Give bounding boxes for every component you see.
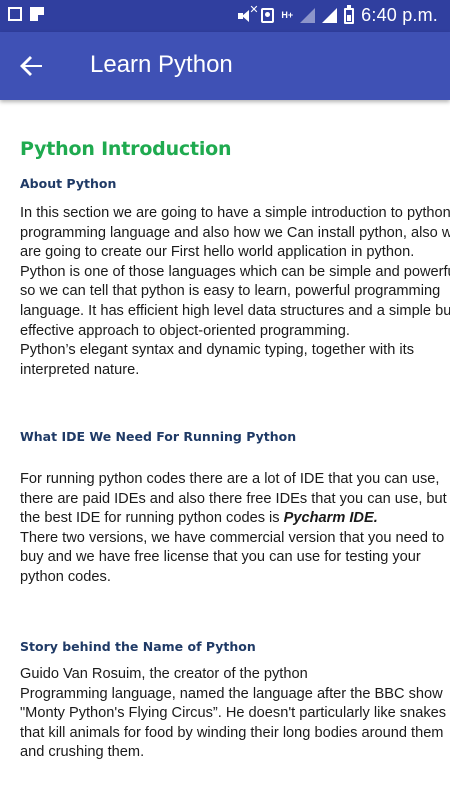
text-line: interpreted nature.	[20, 361, 140, 378]
text-line: that kill animals for food by winding th…	[20, 724, 444, 741]
text-line: Python’s elegant syntax and dynamic typi…	[20, 342, 414, 359]
text-line: In this section we are going to have a s…	[20, 205, 450, 221]
signal-icon-2	[322, 8, 338, 23]
paragraph-story: Guido Van Rosuim, the creator of the pyt…	[20, 665, 450, 763]
subheading-about: About Python	[20, 176, 117, 191]
app-bar: Learn Python	[0, 32, 450, 100]
text-fragment: the best IDE for running python codes is	[20, 510, 280, 527]
square-icon	[8, 7, 22, 21]
app-title: Learn Python	[90, 51, 233, 78]
back-button[interactable]	[14, 48, 50, 84]
signal-icon	[300, 8, 316, 23]
text-line: so we can tell that python is easy to le…	[20, 283, 441, 300]
text-line: Programming language, named the language…	[20, 685, 443, 702]
battery-icon	[344, 4, 355, 24]
text-line: there are paid IDEs and also there free …	[20, 490, 447, 507]
text-line: buy and we have free license that you ca…	[20, 549, 421, 566]
flipboard-icon	[30, 7, 44, 21]
paragraph-ide: For running python codes there are a lot…	[20, 470, 450, 588]
system-icons: ✕ H+ 6:40 p.m.	[238, 4, 438, 26]
mute-icon: ✕	[238, 4, 259, 23]
notification-icons	[8, 7, 44, 21]
text-line: "Monty Python's Flying Circus”. He doesn…	[20, 705, 447, 722]
text-line: language. It has efficient high level da…	[20, 302, 450, 319]
page-title: Python Introduction	[20, 138, 232, 160]
text-line: are going to create our First hello worl…	[20, 244, 415, 261]
pycharm-emphasis: Pycharm IDE.	[283, 510, 378, 527]
text-line: For running python codes there are a lot…	[20, 471, 440, 487]
phone-icon	[261, 8, 275, 23]
subheading-ide: What IDE We Need For Running Python	[20, 429, 297, 444]
text-line: effective approach to object-oriented pr…	[20, 322, 350, 339]
status-bar: ✕ H+ 6:40 p.m.	[0, 0, 450, 32]
subheading-story: Story behind the Name of Python	[20, 639, 256, 654]
text-line: and crushing them.	[20, 744, 145, 761]
text-line: python codes.	[20, 568, 111, 585]
text-line: Python is one of those languages which c…	[20, 263, 450, 280]
text-line: Guido Van Rosuim, the creator of the pyt…	[20, 666, 308, 682]
arrow-back-icon	[20, 56, 42, 76]
text-line: programming language and also how we Can…	[20, 224, 450, 241]
text-line-with-emphasis: the best IDE for running python codes is…	[20, 509, 450, 529]
clock: 6:40 p.m.	[361, 5, 438, 25]
paragraph-about: In this section we are going to have a s…	[20, 204, 450, 380]
network-type-label: H+	[281, 10, 294, 20]
text-line: There two versions, we have commercial v…	[20, 529, 445, 546]
